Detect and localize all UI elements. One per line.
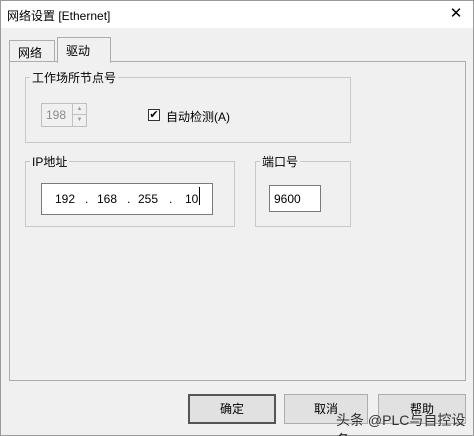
tab-network[interactable]: 网络	[9, 40, 55, 62]
ok-button[interactable]: 确定	[188, 394, 276, 424]
ip-octet-2[interactable]: 168	[97, 192, 117, 206]
watermark-text: 头条 @PLC与自控设备	[336, 412, 466, 436]
network-settings-dialog: 网络设置 [Ethernet] ✕ 网络 驱动 工作场所节点号 198 ▲ ▼ …	[0, 0, 474, 436]
port-input[interactable]: 9600	[269, 185, 321, 212]
title-bar[interactable]: 网络设置 [Ethernet] ✕	[1, 1, 473, 28]
station-node-value: 198	[46, 108, 67, 122]
station-node-legend: 工作场所节点号	[32, 71, 117, 85]
text-caret	[199, 187, 200, 205]
ip-address-legend: IP地址	[32, 155, 68, 169]
ip-octet-4[interactable]: 10	[185, 192, 198, 206]
ip-address-input[interactable]: 192 . 168 . 255 . 10	[41, 183, 213, 215]
ip-octet-1[interactable]: 192	[55, 192, 75, 206]
port-value: 9600	[274, 192, 301, 206]
window-title: 网络设置 [Ethernet]	[7, 9, 111, 23]
auto-detect-checkbox[interactable]: ✔	[148, 109, 160, 121]
ip-separator: .	[85, 192, 89, 206]
spin-down-icon[interactable]: ▼	[73, 115, 86, 126]
station-node-spinner[interactable]: 198 ▲ ▼	[41, 103, 87, 127]
close-icon[interactable]: ✕	[447, 5, 465, 23]
tab-driver[interactable]: 驱动	[57, 37, 111, 63]
tab-driver-label: 驱动	[66, 44, 91, 58]
ip-separator: .	[127, 192, 131, 206]
auto-detect-label[interactable]: 自动检测(A)	[166, 108, 230, 125]
spinner-buttons: ▲ ▼	[72, 104, 86, 126]
tab-network-label: 网络	[18, 46, 43, 60]
port-legend: 端口号	[262, 155, 299, 169]
ip-octet-3[interactable]: 255	[138, 192, 158, 206]
spin-up-icon[interactable]: ▲	[73, 104, 86, 115]
ip-separator: .	[169, 192, 173, 206]
